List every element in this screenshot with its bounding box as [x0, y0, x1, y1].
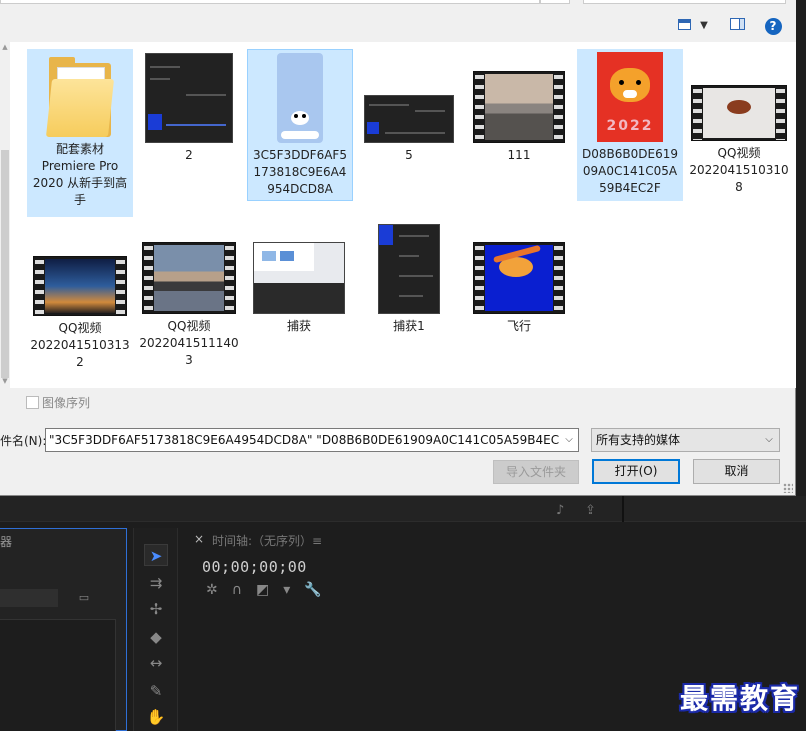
filename-value: "3C5F3DDF6AF5173818C9E6A4954DCD8A" "D08B… — [49, 433, 579, 447]
filetype-dropdown-icon[interactable]: ⌵ — [761, 429, 777, 451]
dialog-toolbar: ▼ ? — [0, 10, 796, 42]
filetype-value: 所有支持的媒体 — [596, 433, 681, 447]
project-content-area[interactable] — [0, 619, 116, 731]
file-label: QQ视频 2022041511140 3 — [139, 319, 239, 367]
video-thumbnail — [473, 71, 565, 143]
import-folder-button[interactable]: 导入文件夹 — [493, 460, 579, 484]
settings-icon[interactable]: ♪ — [556, 503, 564, 518]
file-label: 111 — [507, 148, 531, 162]
ripple-edit-tool-icon[interactable]: ✢ — [144, 598, 168, 620]
track-select-tool-icon[interactable]: ⇉ — [144, 572, 168, 594]
selection-tool-icon[interactable]: ➤ — [144, 544, 168, 566]
screenshot-thumbnail — [145, 53, 233, 143]
screenshot-thumbnail — [253, 242, 345, 314]
screenshot-thumbnail — [364, 95, 454, 143]
timeline-close-icon[interactable]: × — [194, 532, 204, 546]
resize-grip-icon[interactable] — [783, 483, 793, 493]
screenshot-thumbnail — [378, 224, 440, 314]
file-label: 捕获1 — [393, 319, 425, 333]
image-sequence-option[interactable]: 图像序列 — [26, 394, 90, 410]
tools-panel: ➤ ⇉ ✢ ◆ ↔ ✎ ✋ — [133, 528, 178, 731]
file-item[interactable]: 2 — [136, 49, 242, 169]
preview-pane-icon[interactable] — [728, 16, 746, 36]
folder-icon — [45, 55, 115, 137]
filename-input[interactable]: "3C5F3DDF6AF5173818C9E6A4954DCD8A" "D08B… — [45, 428, 579, 452]
view-dropdown-arrow-icon[interactable]: ▼ — [698, 16, 710, 36]
scroll-thumb[interactable] — [1, 150, 9, 378]
scroll-up-icon[interactable]: ▲ — [0, 42, 10, 52]
hand-tool-icon[interactable]: ✋ — [144, 706, 168, 728]
slip-tool-icon[interactable]: ↔ — [144, 652, 168, 674]
video-thumbnail — [691, 85, 787, 141]
file-label: 2 — [185, 148, 193, 162]
file-item[interactable]: QQ视频 2022041510313 2 — [27, 236, 133, 372]
project-panel[interactable]: 器 ▭ — [0, 528, 127, 731]
video-thumbnail — [473, 242, 565, 314]
premiere-panel-strip — [0, 496, 806, 522]
file-label: 飞行 — [506, 319, 531, 333]
file-label: QQ视频 2022041510310 8 — [689, 146, 789, 194]
new-bin-icon[interactable]: ▭ — [75, 589, 93, 607]
image-thumbnail — [277, 53, 323, 143]
search-box[interactable] — [583, 0, 786, 4]
video-thumbnail — [142, 242, 236, 314]
watermark: 最需教育 — [679, 682, 800, 715]
export-icon[interactable]: ⇪ — [585, 503, 596, 518]
timecode-display[interactable]: 00;00;00;00 — [202, 558, 307, 576]
open-button[interactable]: 打开(O) — [592, 459, 680, 484]
import-dialog: ▼ ? ▲ ▼ 配套素材 Premiere Pro 2020 从新手到高 手 2… — [0, 0, 796, 496]
file-item[interactable]: 111 — [466, 49, 572, 169]
file-label: 3C5F3DDF6AF5 173818C9E6A4 954DCD8A — [253, 148, 347, 196]
file-item[interactable]: 5 — [356, 49, 462, 169]
file-item[interactable]: 配套素材 Premiere Pro 2020 从新手到高 手 — [27, 49, 133, 217]
file-label: QQ视频 2022041510313 2 — [30, 321, 130, 369]
address-bar[interactable] — [0, 0, 540, 4]
file-label: 5 — [405, 148, 413, 162]
address-dropdown[interactable] — [540, 0, 570, 4]
filename-label: 件名(N): — [0, 434, 47, 448]
razor-tool-icon[interactable]: ◆ — [144, 626, 168, 648]
image-thumbnail: 2022 — [597, 52, 663, 142]
file-item[interactable]: 飞行 — [466, 236, 572, 336]
file-item[interactable]: QQ视频 2022041511140 3 — [136, 236, 242, 372]
pen-tool-icon[interactable]: ✎ — [144, 680, 168, 702]
file-item[interactable]: 2022 D08B6B0DE619 09A0C141C05A 59B4EC2F — [577, 49, 683, 201]
image-sequence-checkbox[interactable] — [26, 396, 39, 409]
timeline-title: 时间轴:（无序列）≡ — [212, 534, 323, 548]
file-label: 配套素材 Premiere Pro 2020 从新手到高 手 — [32, 142, 128, 207]
file-item[interactable]: 捕获1 — [356, 224, 462, 336]
filename-dropdown-icon[interactable]: ⌵ — [560, 429, 578, 451]
file-item[interactable]: 3C5F3DDF6AF5 173818C9E6A4 954DCD8A — [247, 49, 353, 201]
video-thumbnail — [33, 256, 127, 316]
file-label: D08B6B0DE619 09A0C141C05A 59B4EC2F — [582, 147, 678, 195]
file-label: 捕获 — [286, 319, 311, 333]
screen: ♪ ⇪ 器 ▭ ➤ ⇉ ✢ ◆ ↔ ✎ ✋ × 时间轴:（无序列）≡ 00;00… — [0, 0, 806, 731]
scroll-down-icon[interactable]: ▼ — [0, 376, 10, 386]
timeline-tool-icons[interactable]: ✲∩◩▾🔧 — [206, 582, 336, 598]
vertical-scrollbar[interactable]: ▲ ▼ — [0, 42, 10, 388]
tiger-year-text: 2022 — [606, 118, 654, 134]
address-bar-area — [0, 0, 796, 10]
image-sequence-label: 图像序列 — [42, 396, 91, 410]
file-item[interactable]: QQ视频 2022041510310 8 — [686, 49, 792, 201]
filetype-select[interactable]: 所有支持的媒体 ⌵ — [591, 428, 780, 452]
view-menu-icon[interactable] — [676, 16, 692, 36]
project-search-field[interactable] — [0, 589, 58, 607]
cancel-button[interactable]: 取消 — [693, 459, 780, 484]
file-item[interactable]: 捕获 — [246, 236, 352, 336]
panel-divider — [622, 496, 624, 522]
project-panel-title: 器 — [0, 535, 13, 549]
help-icon[interactable]: ? — [764, 16, 782, 36]
